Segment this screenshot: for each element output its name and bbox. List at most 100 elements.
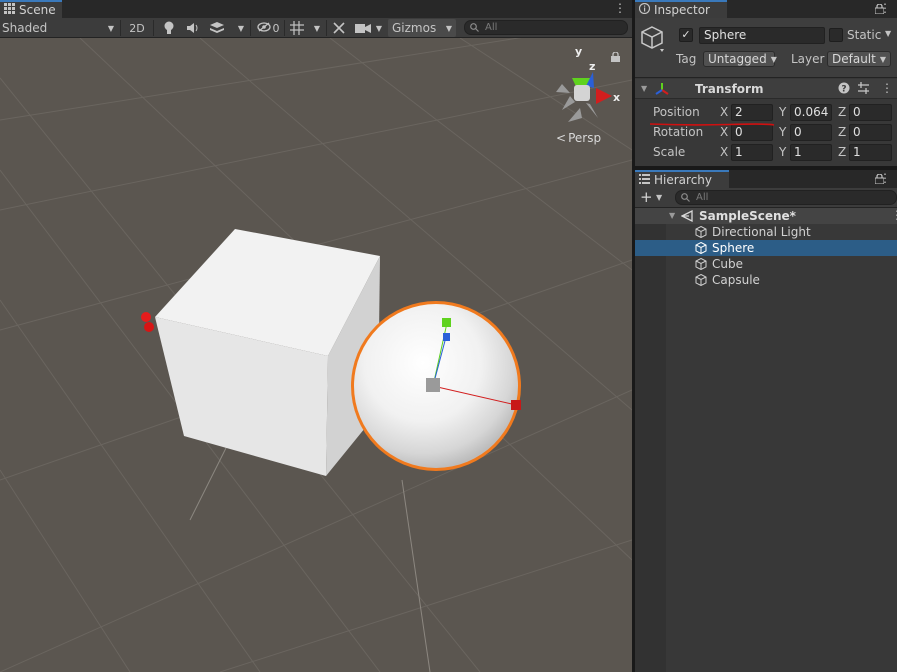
gameobject-icon <box>641 26 665 55</box>
inspector-tabbar: Inspector ⋮ <box>635 0 897 18</box>
axis-x-label[interactable]: X <box>720 105 728 119</box>
scene-search-placeholder: All <box>485 22 498 33</box>
toggle-2d-button[interactable]: 2D <box>126 19 148 37</box>
shading-mode-value: Shaded <box>2 21 48 35</box>
more-options-icon[interactable]: ⋮ <box>881 81 893 95</box>
effects-dropdown[interactable]: ▼ <box>234 19 248 37</box>
list-item-cube[interactable]: Cube <box>635 256 897 272</box>
tab-scene-label: Scene <box>19 3 56 17</box>
scale-label[interactable]: Scale <box>653 145 685 159</box>
scale-x-field[interactable]: 1 <box>731 144 773 161</box>
chevron-down-icon: ▼ <box>445 23 452 33</box>
camera-dropdown[interactable]: ▼ <box>373 19 385 37</box>
axis-z-label[interactable]: Z <box>838 145 846 159</box>
add-dropdown-icon[interactable]: ▼ <box>656 193 662 202</box>
grid-axis-line <box>401 479 431 672</box>
lock-icon[interactable] <box>611 51 620 65</box>
axis-z-label[interactable]: Z <box>838 125 846 139</box>
shading-mode-dropdown[interactable]: Shaded ▼ <box>2 19 116 37</box>
transform-icon <box>655 82 669 99</box>
rotation-label[interactable]: Rotation <box>653 125 703 139</box>
hierarchy-search-input[interactable]: All <box>675 190 897 205</box>
gameobject-icon <box>695 241 707 255</box>
scale-y-field[interactable]: 1 <box>790 144 832 161</box>
tools-icon[interactable] <box>330 19 348 37</box>
divider <box>326 20 327 36</box>
scene-row[interactable]: ▼ SampleScene* ⋮ <box>635 208 897 224</box>
transform-row-scale: Scale X 1 Y 1 Z 1 <box>635 142 897 162</box>
tag-dropdown[interactable]: Untagged ▼ <box>703 51 777 67</box>
hierarchy-tabbar: Hierarchy ⋮ <box>635 170 897 188</box>
axis-y-label[interactable]: Y <box>779 105 786 119</box>
hierarchy-search-placeholder: All <box>696 192 709 203</box>
transform-header[interactable]: ▼ Transform ? ⋮ <box>635 79 897 99</box>
annotation-underline <box>649 123 775 126</box>
more-options-icon[interactable]: ⋮ <box>614 1 626 15</box>
more-options-icon[interactable]: ⋮ <box>891 208 897 222</box>
divider <box>250 20 251 36</box>
help-icon[interactable]: ? <box>838 82 850 97</box>
scale-z-field[interactable]: 1 <box>849 144 892 161</box>
layer-value: Default <box>832 52 876 66</box>
more-options-icon[interactable]: ⋮ <box>879 1 891 15</box>
axis-y-label[interactable]: Y <box>779 145 786 159</box>
position-z-field[interactable]: 0 <box>849 104 892 121</box>
unity-editor: Scene ⋮ Shaded ▼ 2D ▼ 0 ▼ ▼ Gizmos ▼ All… <box>0 0 897 672</box>
light-gizmo[interactable] <box>141 312 154 332</box>
chevron-down-icon: ▼ <box>107 23 114 33</box>
unity-scene-icon <box>680 209 693 223</box>
axis-z-label[interactable]: Z <box>838 105 846 119</box>
hidden-count: 0 <box>272 21 280 35</box>
static-label: Static <box>847 28 882 42</box>
grid-dropdown[interactable]: ▼ <box>310 19 324 37</box>
axis-x-label[interactable]: X <box>720 125 728 139</box>
axis-x-label[interactable]: X <box>720 145 728 159</box>
scene-search-input[interactable]: All <box>464 20 628 35</box>
info-icon <box>638 2 651 17</box>
active-checkbox[interactable]: ✓ <box>679 28 693 42</box>
audio-toggle-icon[interactable] <box>184 19 202 37</box>
add-icon[interactable]: + <box>640 190 653 205</box>
tab-scene[interactable]: Scene <box>0 0 62 18</box>
tab-hierarchy[interactable]: Hierarchy <box>635 170 729 188</box>
hidden-eye-icon <box>256 21 271 35</box>
gizmos-dropdown[interactable]: Gizmos ▼ <box>388 19 456 37</box>
more-options-icon[interactable]: ⋮ <box>879 171 891 185</box>
tag-value: Untagged <box>708 52 767 66</box>
axis-label-x: x <box>613 91 621 104</box>
object-name-field[interactable]: Sphere <box>699 27 825 44</box>
grid-toggle-icon[interactable] <box>288 19 306 37</box>
position-y-field[interactable]: 0.064 <box>790 104 832 121</box>
scene-viewport[interactable]: y z x < Persp <box>0 38 632 672</box>
static-checkbox[interactable] <box>829 28 843 42</box>
rotation-y-field[interactable]: 0 <box>790 124 832 141</box>
transform-row-position: Position X 2 Y 0.064 Z 0 <box>635 102 897 122</box>
scene-name: SampleScene* <box>699 209 796 223</box>
foldout-arrow-icon[interactable]: ▼ <box>641 84 647 93</box>
presets-icon[interactable] <box>857 82 870 98</box>
list-item-directional-light[interactable]: Directional Light <box>635 224 897 240</box>
camera-icon[interactable] <box>354 19 372 37</box>
object-header: ✓ Sphere Static ▼ Tag Untagged ▼ Layer D… <box>635 18 897 78</box>
foldout-arrow-icon[interactable]: ▼ <box>669 211 675 220</box>
axis-y-label[interactable]: Y <box>779 125 786 139</box>
checkmark-icon: ✓ <box>681 28 691 41</box>
projection-toggle[interactable]: < Persp <box>556 131 601 145</box>
lighting-toggle-icon[interactable] <box>160 19 178 37</box>
list-item-sphere[interactable]: Sphere <box>635 240 897 256</box>
static-dropdown-icon[interactable]: ▼ <box>885 29 891 38</box>
cube-object[interactable] <box>155 229 380 476</box>
effects-icon[interactable] <box>208 19 226 37</box>
layer-dropdown[interactable]: Default ▼ <box>827 51 891 67</box>
item-label: Capsule <box>712 273 760 287</box>
tab-inspector[interactable]: Inspector <box>635 0 727 18</box>
list-item-capsule[interactable]: Capsule <box>635 272 897 288</box>
tab-inspector-label: Inspector <box>654 3 710 17</box>
hierarchy-list: ▼ SampleScene* ⋮ Directional Light Spher… <box>635 208 897 672</box>
position-label[interactable]: Position <box>653 105 700 119</box>
scene-render <box>0 38 632 672</box>
rotation-z-field[interactable]: 0 <box>849 124 892 141</box>
scene-visibility-toggle[interactable]: 0 <box>254 19 282 37</box>
position-x-field[interactable]: 2 <box>731 104 773 121</box>
orientation-gizmo[interactable] <box>556 72 612 122</box>
